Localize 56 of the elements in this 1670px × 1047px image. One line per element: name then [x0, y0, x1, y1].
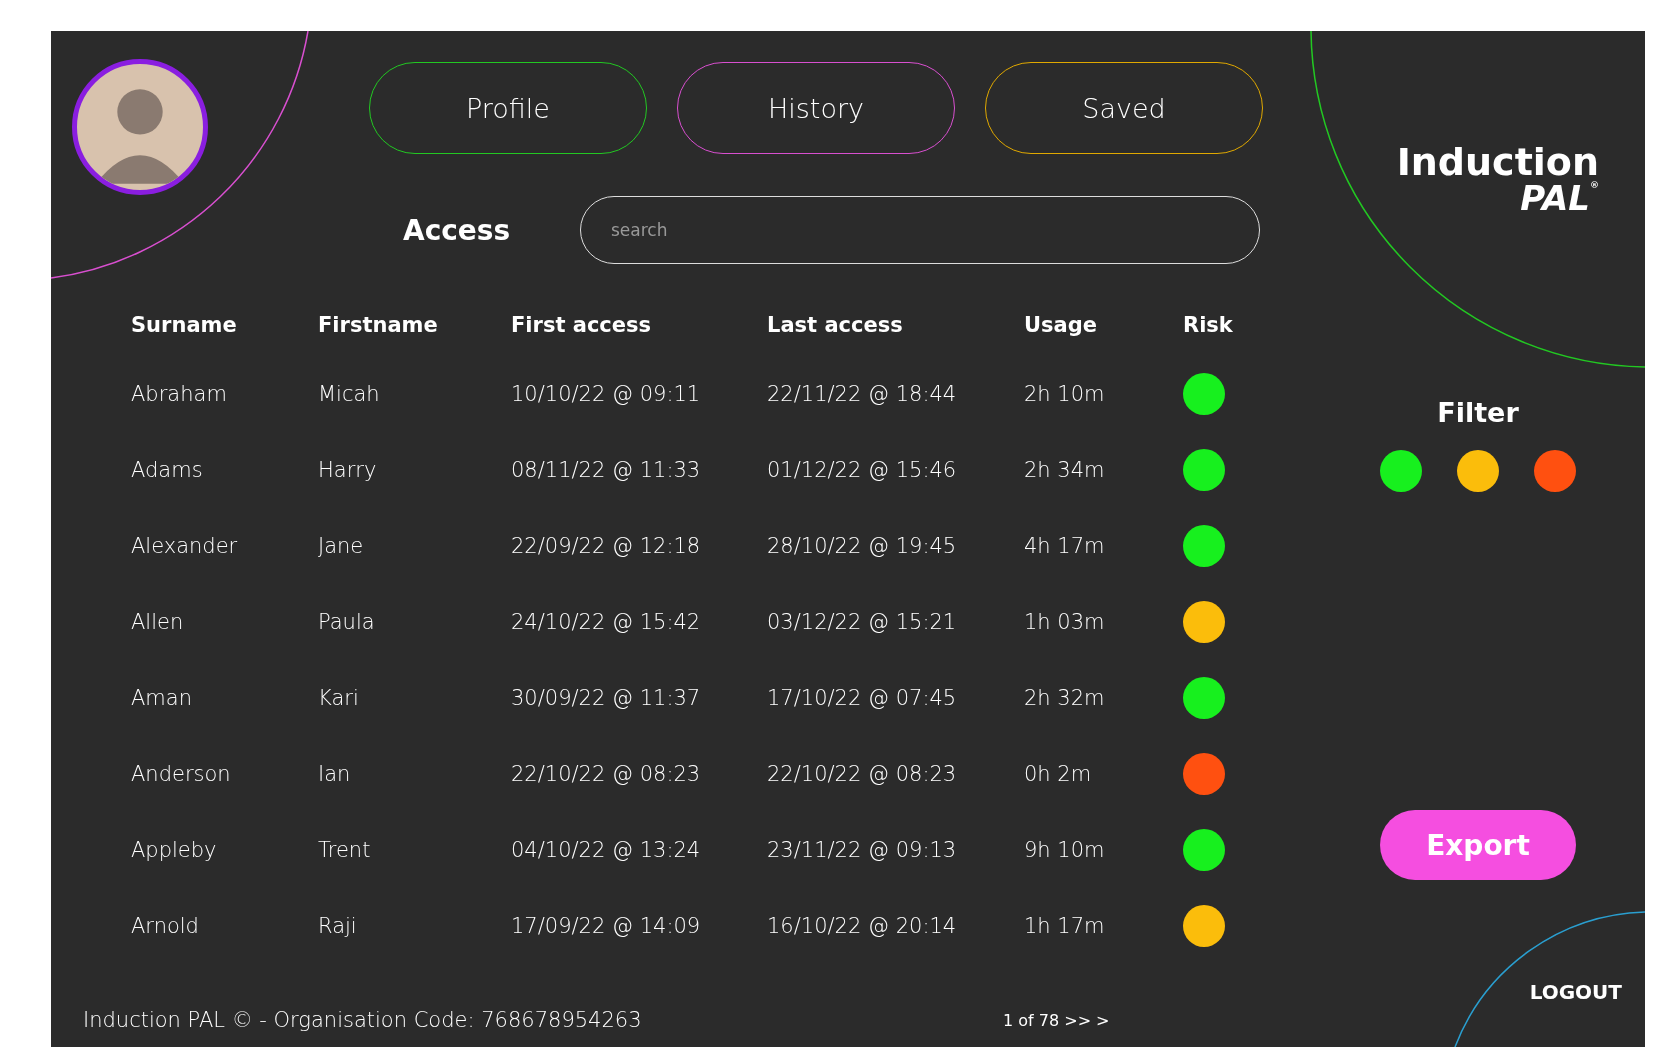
table-cell-text: Ian	[318, 762, 352, 786]
table-cell-text: Paula	[318, 610, 376, 634]
table-cell-text: 24/10/22 @ 15:42	[511, 610, 702, 634]
filter-title: Filter	[1437, 397, 1519, 428]
table-cell-text: 23/11/22 @ 09:13	[767, 838, 958, 862]
filter-dot[interactable]	[1457, 450, 1499, 492]
column-header: Firstname	[318, 313, 439, 337]
filter-dot[interactable]	[1534, 450, 1576, 492]
table-cell-text: 2h 10m	[1024, 382, 1106, 406]
column-header: Risk	[1183, 313, 1234, 337]
table-cell-text: Harry	[318, 458, 378, 482]
pagination[interactable]: 1 of 78 >> >	[1003, 1010, 1110, 1030]
table-cell-text: 22/11/22 @ 18:44	[767, 382, 958, 406]
table-cell-text: 0h 2m	[1024, 762, 1093, 786]
table-cell-text: 1h 03m	[1024, 610, 1106, 634]
table-cell-text: Trent	[318, 838, 372, 862]
table-cell-text: Aman	[131, 686, 193, 710]
section-title: Access	[403, 213, 512, 247]
table-cell-text: 1h 17m	[1024, 914, 1106, 938]
table-cell-text: 2h 34m	[1024, 458, 1106, 482]
table-cell-text: Kari	[318, 686, 360, 710]
table-cell-text: 22/09/22 @ 12:18	[511, 534, 702, 558]
column-header: First access	[511, 313, 653, 337]
table-cell-text: Jane	[318, 534, 365, 558]
table-cell-text: Abraham	[131, 382, 228, 406]
logout-link[interactable]: LOGOUT	[1529, 980, 1622, 1004]
table-cell-text: 10/10/22 @ 09:11	[511, 382, 702, 406]
table-cell-text: 08/11/22 @ 11:33	[511, 458, 702, 482]
table-cell-text: 2h 32m	[1024, 686, 1106, 710]
table-cell-text: 04/10/22 @ 13:24	[511, 838, 702, 862]
column-header: Usage	[1024, 313, 1098, 337]
table-cell-text: Allen	[131, 610, 185, 634]
table-cell-text: 28/10/22 @ 19:45	[767, 534, 958, 558]
table-cell-text: 30/09/22 @ 11:37	[511, 686, 702, 710]
table-cell-text: 17/09/22 @ 14:09	[511, 914, 702, 938]
column-header: Last access	[767, 313, 904, 337]
table-cell-text: 03/12/22 @ 15:21	[767, 610, 958, 634]
table-cell-text: Anderson	[131, 762, 232, 786]
table-cell-text: Appleby	[131, 838, 218, 862]
table-cell-text: Raji	[318, 914, 358, 938]
table-cell-text: 22/10/22 @ 08:23	[511, 762, 702, 786]
table-cell-text: Adams	[131, 458, 204, 482]
table-cell-text: 16/10/22 @ 20:14	[767, 914, 958, 938]
table-cell-text: 01/12/22 @ 15:46	[767, 458, 958, 482]
column-header: Surname	[131, 313, 238, 337]
table-cell-text: Micah	[318, 382, 381, 406]
search-field[interactable]: search	[580, 196, 1260, 264]
table-cell-text: 17/10/22 @ 07:45	[767, 686, 958, 710]
filter-dot[interactable]	[1380, 450, 1422, 492]
table-cell-text: 4h 17m	[1024, 534, 1106, 558]
table-cell-text: Arnold	[131, 914, 200, 938]
table-cell-text: Alexander	[131, 534, 239, 558]
footer-text: Induction PAL © - Organisation Code: 768678954263	[83, 1008, 643, 1032]
logo: Induction PAL$^{®}$	[1396, 143, 1599, 215]
table-cell-text: 22/10/22 @ 08:23	[767, 762, 958, 786]
table-cell-text: 9h 10m	[1024, 838, 1106, 862]
